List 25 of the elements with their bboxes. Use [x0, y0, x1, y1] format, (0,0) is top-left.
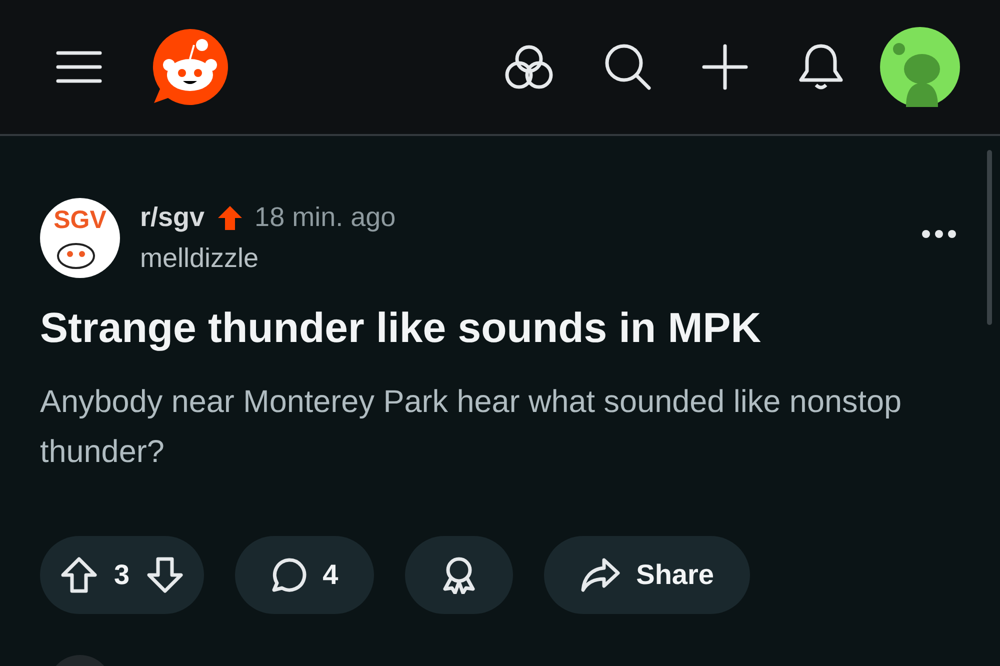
comments-button[interactable]: 4	[234, 536, 374, 614]
downvote-icon	[146, 556, 184, 594]
arrow-up-icon	[216, 204, 243, 230]
menu-icon[interactable]	[56, 50, 102, 84]
post-body: Anybody near Monterey Park hear what sounded like nonstop thunder?	[40, 382, 903, 471]
search-icon[interactable]	[604, 43, 652, 91]
comment-icon	[270, 557, 307, 593]
share-icon	[580, 557, 620, 593]
more-options-icon[interactable]	[922, 230, 956, 238]
award-icon	[441, 556, 478, 594]
upvote-button[interactable]	[60, 556, 98, 594]
author-name[interactable]: melldizzle	[140, 243, 396, 274]
plus-icon[interactable]	[702, 44, 748, 90]
subreddit-name[interactable]: r/sgv	[140, 202, 205, 233]
upvote-icon	[60, 556, 98, 594]
logo-icon[interactable]	[150, 27, 230, 107]
scrollbar[interactable]	[987, 150, 992, 325]
circles-icon[interactable]	[504, 44, 554, 90]
downvote-button[interactable]	[146, 556, 184, 594]
post-time: 18 min. ago	[254, 202, 396, 233]
share-button[interactable]: Share	[544, 536, 750, 614]
post-title[interactable]: Strange thunder like sounds in MPK	[40, 304, 960, 352]
bell-icon[interactable]	[798, 43, 844, 91]
vote-count: 3	[114, 559, 130, 591]
avatar-icon[interactable]	[880, 27, 960, 107]
